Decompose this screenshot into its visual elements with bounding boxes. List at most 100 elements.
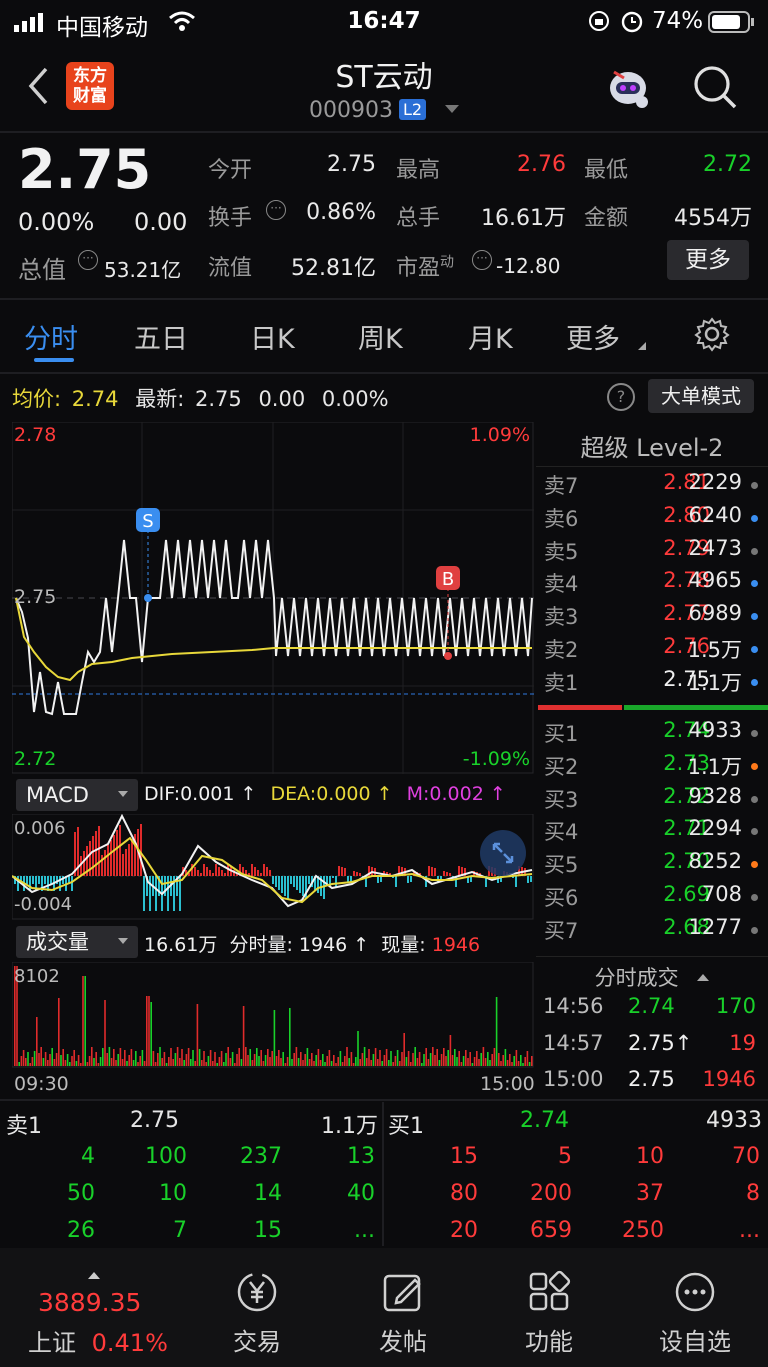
volume-bar <box>73 1050 75 1066</box>
tab-five-day[interactable]: 五日 <box>134 317 188 356</box>
order-book-row[interactable]: 卖5 2.79 2473 <box>544 536 768 568</box>
order-volume: 2473 <box>688 535 742 560</box>
stock-name: ST云动 <box>335 60 433 95</box>
intraday-chart[interactable]: S B <box>12 422 534 774</box>
alarm-icon <box>620 9 644 39</box>
macd-histogram-bar <box>359 873 361 876</box>
volume-bar <box>124 1050 126 1066</box>
volume-bar <box>456 1057 458 1066</box>
order-book-row[interactable]: 卖7 2.81 2229 <box>544 470 768 502</box>
macd-chart[interactable] <box>12 814 534 920</box>
tab-monthly-k[interactable]: 月K <box>468 317 513 356</box>
more-button[interactable]: 更多 <box>667 240 749 280</box>
tab-more[interactable]: 更多 <box>566 317 620 356</box>
volume-bar <box>62 1049 64 1066</box>
buy-marker[interactable]: B <box>442 569 454 590</box>
nav-post[interactable]: 发帖 <box>328 1270 478 1357</box>
volume-bar <box>322 1054 324 1066</box>
search-button[interactable] <box>690 62 738 114</box>
tick-trades-header[interactable]: 分时成交 <box>536 962 768 992</box>
volume-bar <box>249 1049 251 1066</box>
volume-bar <box>225 1053 227 1066</box>
tick-volume: 1946 <box>702 1067 756 1091</box>
macd-histogram-bar <box>278 876 280 890</box>
settings-button[interactable] <box>694 316 730 356</box>
volume-bar <box>174 1053 177 1066</box>
order-volume: 2229 <box>688 470 742 494</box>
volume-bar <box>478 1059 480 1066</box>
index-ticker[interactable]: 3889.35 上证 0.41% <box>18 1288 178 1358</box>
macd-histogram-bar <box>26 876 28 884</box>
volume-bar <box>372 1054 375 1066</box>
order-book-row[interactable]: 卖6 2.80 6240 <box>544 503 768 535</box>
order-book-row[interactable]: 卖4 2.78 4965 <box>544 568 768 600</box>
volume-bar <box>106 1053 108 1066</box>
more-dots-icon <box>675 1272 715 1312</box>
tab-intraday[interactable]: 分时 <box>24 317 78 356</box>
order-book-row[interactable]: 买1 2.74 4933 <box>544 718 768 750</box>
volume-bar <box>168 1057 170 1066</box>
order-book-row[interactable]: 买6 2.69 708 <box>544 882 768 914</box>
volume-bar <box>102 1048 104 1066</box>
order-book-row[interactable]: 买2 2.73 1.1万 <box>544 751 768 783</box>
nav-add-watchlist[interactable]: 设自选 <box>620 1270 768 1357</box>
help-button[interactable]: ? <box>607 383 635 411</box>
last-price: 2.75 <box>18 138 152 201</box>
macd-histogram-bar <box>224 873 226 876</box>
macd-histogram-bar <box>131 839 133 876</box>
volume-bar <box>36 1017 38 1066</box>
corner-triangle-icon <box>638 342 646 350</box>
order-book-row[interactable]: 卖2 2.76 1.5万 <box>544 634 768 666</box>
volume-bar <box>117 1054 119 1066</box>
volume-bar <box>504 1049 507 1066</box>
macd-histogram-bar <box>446 872 448 876</box>
volume-bar <box>152 1051 155 1066</box>
order-flag-dot <box>751 861 758 869</box>
order-book-row[interactable]: 买5 2.70 8252 <box>544 849 768 881</box>
volume-bar <box>55 1053 58 1066</box>
percent-axis-top: 1.09% <box>469 424 530 446</box>
tab-daily-k[interactable]: 日K <box>250 317 295 356</box>
volume-bar <box>319 1060 322 1066</box>
macd-histogram-bar <box>356 872 358 876</box>
float-value: 52.81亿 <box>291 256 376 281</box>
volume-bar <box>531 1056 533 1066</box>
volume-bar <box>157 1053 159 1066</box>
info-icon[interactable]: ··· <box>472 250 492 270</box>
volume-chart[interactable] <box>12 962 534 1068</box>
volume-bar <box>416 1058 419 1066</box>
tab-weekly-k[interactable]: 周K <box>358 317 403 356</box>
info-icon[interactable]: ··· <box>78 250 98 270</box>
nav-trade[interactable]: 交易 <box>182 1270 332 1357</box>
big-order-mode-button[interactable]: 大单模式 <box>648 379 754 413</box>
volume-bar <box>148 996 150 1066</box>
macd-histogram-bar <box>218 867 220 876</box>
volume-selector[interactable]: 成交量 <box>16 926 138 958</box>
macd-histogram-bar <box>458 866 460 876</box>
stock-code-row[interactable]: 000903 L2 <box>0 98 768 123</box>
volume-bar <box>38 1053 40 1066</box>
info-icon[interactable]: ··· <box>266 200 286 220</box>
macd-dea: DEA:0.000 ↑ <box>270 783 393 805</box>
volume-bar <box>308 1059 311 1066</box>
queue-order-size: 40 <box>347 1181 375 1206</box>
order-book-row[interactable]: 卖3 2.77 6989 <box>544 601 768 633</box>
macd-histogram-bar <box>251 864 253 876</box>
expand-chart-button[interactable] <box>480 830 526 876</box>
dropdown-triangle-icon <box>445 105 460 113</box>
sell-marker[interactable]: S <box>142 511 153 532</box>
volume-bar <box>363 1047 366 1066</box>
order-book-row[interactable]: 买7 2.68 1277 <box>544 915 768 947</box>
queue-order-size: 80 <box>450 1181 478 1206</box>
nav-functions[interactable]: 功能 <box>474 1270 624 1357</box>
order-book-row[interactable]: 卖1 2.75 1.1万 <box>544 667 768 699</box>
order-book-row[interactable]: 买3 2.72 9328 <box>544 784 768 816</box>
volume-bar <box>515 1050 518 1066</box>
macd-histogram-bar <box>104 850 106 876</box>
macd-selector[interactable]: MACD <box>16 779 138 811</box>
robot-assistant-icon[interactable] <box>604 62 652 114</box>
order-volume: 4933 <box>688 718 742 742</box>
current-volume: 1946 <box>431 934 481 956</box>
volume-bar <box>253 1054 256 1066</box>
order-book-row[interactable]: 买4 2.71 2294 <box>544 816 768 848</box>
